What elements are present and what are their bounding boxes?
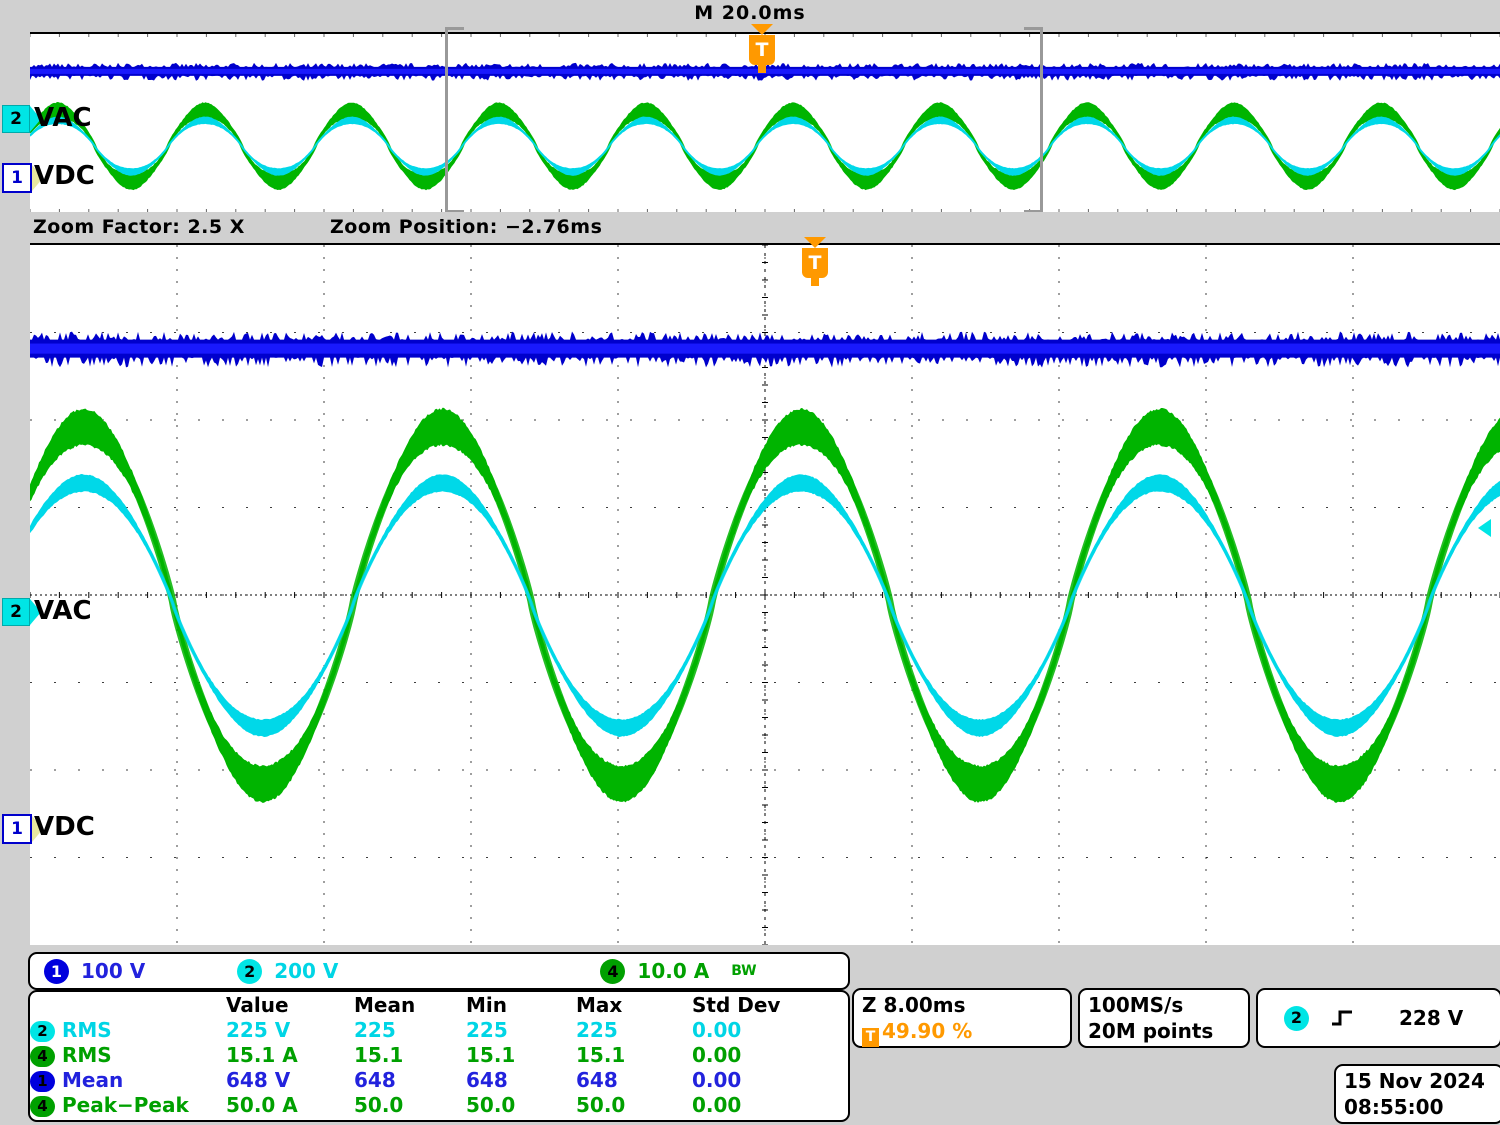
trigger-arrow-icon xyxy=(804,237,826,248)
trigger-level-arrow-icon[interactable] xyxy=(1478,519,1491,537)
column-header-stddev: Std Dev xyxy=(692,993,781,1017)
measurement-row[interactable]: 1 Mean 648 V 648 648 648 0.00 xyxy=(30,1068,848,1093)
measurement-channel-badge: 2 xyxy=(30,1021,55,1042)
rising-edge-icon xyxy=(1332,1010,1352,1026)
measurement-channel-badge: 4 xyxy=(30,1046,55,1067)
channel-1-badge: 1 xyxy=(44,958,69,984)
trigger-position-value: 49.90 % xyxy=(882,1019,973,1043)
trigger-level-arrow-shape xyxy=(1478,519,1491,537)
trigger-position-chip: T xyxy=(862,1027,879,1047)
trigger-level-value: 228 V xyxy=(1399,1006,1464,1030)
measurement-name: Mean xyxy=(62,1068,124,1092)
measurement-max: 50.0 xyxy=(576,1093,626,1117)
column-header-value: Value xyxy=(226,993,289,1017)
acquisition-box[interactable]: 100MS/s 20M points xyxy=(1078,988,1250,1048)
channel-4-scale-value: 10.0 A xyxy=(637,959,710,983)
measurement-header-row: Value Mean Min Max Std Dev xyxy=(30,992,848,1018)
measurement-name-cell: 4 Peak−Peak xyxy=(30,1093,226,1118)
column-header-min: Min xyxy=(466,993,507,1017)
measurement-value: 225 V xyxy=(226,1018,291,1042)
measurement-row[interactable]: 2 RMS 225 V 225 225 225 0.00 xyxy=(30,1018,848,1043)
measurement-name: RMS xyxy=(62,1043,112,1067)
measurement-max: 648 xyxy=(576,1068,618,1092)
measurement-min: 15.1 xyxy=(466,1043,516,1067)
overview-header: M 20.0ms xyxy=(0,0,1500,24)
measurement-name-cell: 1 Mean xyxy=(30,1068,226,1093)
bandwidth-limit-icon: BW xyxy=(731,963,757,979)
channel-2-badge: 2 xyxy=(2,105,30,133)
column-header-max: Max xyxy=(576,993,623,1017)
trigger-arrow-icon xyxy=(751,24,773,35)
zoom-info-bar: Zoom Factor: 2.5 X Zoom Position: −2.76m… xyxy=(0,212,1500,242)
zoom-factor-label[interactable]: Zoom Factor: 2.5 X xyxy=(33,216,245,238)
measurement-value: 15.1 A xyxy=(226,1043,298,1067)
measurement-min: 648 xyxy=(466,1068,508,1092)
column-header-mean: Mean xyxy=(354,993,416,1017)
channel-1-scale-value: 100 V xyxy=(81,959,146,983)
trigger-source-badge: 2 xyxy=(1284,1005,1309,1031)
time-value: 08:55:00 xyxy=(1344,1095,1444,1119)
measurement-label-header xyxy=(30,992,226,1018)
datetime-box: 15 Nov 2024 08:55:00 xyxy=(1334,1064,1500,1124)
trigger-t-badge: T xyxy=(749,35,775,65)
measurement-mean: 15.1 xyxy=(354,1043,404,1067)
measurement-channel-badge: 4 xyxy=(30,1096,55,1117)
measurement-name-cell: 2 RMS xyxy=(30,1018,226,1043)
measurement-stddev: 0.00 xyxy=(692,1043,742,1067)
trigger-stem xyxy=(811,278,819,286)
measurement-table[interactable]: Value Mean Min Max Std Dev 2 RMS 225 V 225 2… xyxy=(28,990,850,1122)
zoom-timebase-box[interactable]: Z 8.00ms T 49.90 % xyxy=(852,988,1072,1048)
zoom-waveform-pane[interactable] xyxy=(30,243,1500,945)
measurement-name: Peak−Peak xyxy=(62,1093,189,1117)
trigger-position-row: T 49.90 % xyxy=(862,1018,1062,1047)
measurement-mean: 50.0 xyxy=(354,1093,404,1117)
channel-2-badge: 2 xyxy=(2,598,30,626)
channel-1-badge: 1 xyxy=(2,814,32,844)
channel-2-scale-value: 200 V xyxy=(274,959,339,983)
zoom-channel-2-label: VAC xyxy=(34,596,92,626)
zoom-bracket-right[interactable] xyxy=(1024,27,1043,213)
channel-scale-1[interactable]: 1 100 V xyxy=(44,958,146,984)
measurement-stddev: 0.00 xyxy=(692,1093,742,1117)
measurement-stddev: 0.00 xyxy=(692,1018,742,1042)
zoom-timebase-value: Z 8.00ms xyxy=(862,993,966,1017)
zoom-trigger-marker[interactable]: T xyxy=(802,237,828,286)
overview-channel-2-label: VAC xyxy=(34,103,92,133)
trigger-stem xyxy=(758,65,766,73)
zoom-position-label[interactable]: Zoom Position: −2.76ms xyxy=(330,216,602,238)
measurement-min: 225 xyxy=(466,1018,508,1042)
measurement-min: 50.0 xyxy=(466,1093,516,1117)
measurement-name-cell: 4 RMS xyxy=(30,1043,226,1068)
trigger-box[interactable]: 2 228 V xyxy=(1256,988,1500,1048)
measurement-max: 225 xyxy=(576,1018,618,1042)
measurement-row[interactable]: 4 Peak−Peak 50.0 A 50.0 50.0 50.0 0.00 xyxy=(30,1093,848,1118)
measurement-mean: 648 xyxy=(354,1068,396,1092)
channel-scale-4[interactable]: 4 10.0 A xyxy=(600,958,710,984)
trigger-t-badge: T xyxy=(802,248,828,278)
date-value: 15 Nov 2024 xyxy=(1344,1069,1485,1093)
measurement-stddev: 0.00 xyxy=(692,1068,742,1092)
measurement-mean: 225 xyxy=(354,1018,396,1042)
channel-4-badge: 4 xyxy=(600,958,626,984)
measurement-channel-badge: 1 xyxy=(30,1071,55,1092)
measurement-row[interactable]: 4 RMS 15.1 A 15.1 15.1 15.1 0.00 xyxy=(30,1043,848,1068)
channel-scale-bar: 1 100 V 2 200 V 4 10.0 A BW xyxy=(28,952,850,990)
timebase-label: M 20.0ms xyxy=(694,2,806,24)
channel-1-badge: 1 xyxy=(2,163,32,193)
measurement-max: 15.1 xyxy=(576,1043,626,1067)
measurement-grid: Value Mean Min Max Std Dev 2 RMS 225 V 225 2… xyxy=(30,992,848,1118)
zoom-bracket-left[interactable] xyxy=(445,27,464,213)
channel-2-badge: 2 xyxy=(237,958,263,984)
measurement-name: RMS xyxy=(62,1018,112,1042)
measurement-value: 648 V xyxy=(226,1068,291,1092)
overview-channel-1-label: VDC xyxy=(34,161,95,191)
zoom-plot xyxy=(30,245,1500,945)
record-length-value: 20M points xyxy=(1088,1019,1214,1043)
overview-trigger-marker[interactable]: T xyxy=(749,24,775,73)
zoom-channel-1-label: VDC xyxy=(34,812,95,842)
sample-rate-value: 100MS/s xyxy=(1088,993,1184,1017)
measurement-value: 50.0 A xyxy=(226,1093,298,1117)
channel-scale-2[interactable]: 2 200 V xyxy=(237,958,339,984)
